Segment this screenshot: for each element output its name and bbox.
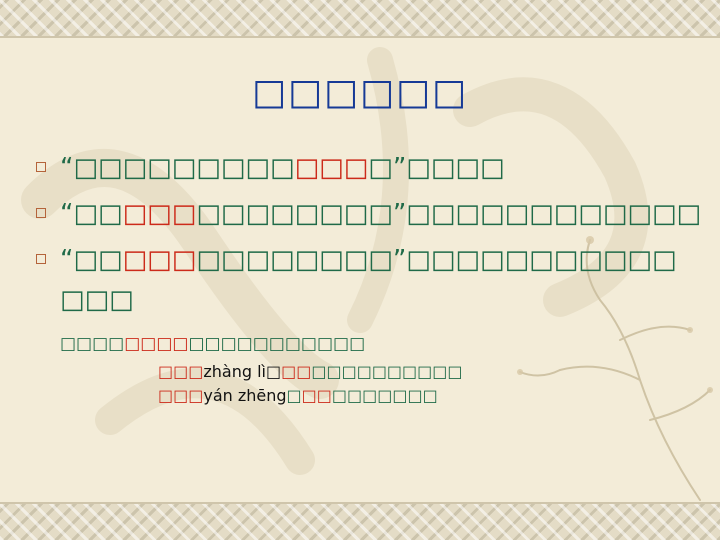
- example-2-text: □□□□□□□□□□: [311, 362, 463, 381]
- example-3-highlight: □□: [301, 386, 332, 405]
- example-2-separator: □: [265, 362, 282, 381]
- line-1-text-b: □”□□□□: [368, 153, 505, 183]
- bullet-icon: [36, 254, 46, 264]
- slide-title: □□□□□□: [251, 72, 469, 113]
- example-3-pinyin: yán zhēng: [203, 386, 287, 405]
- example-1-prefix: □□□□: [60, 334, 125, 354]
- bullet-icon: [36, 208, 46, 218]
- line-3-highlight: □□□: [122, 245, 197, 275]
- bullet-line-2: “□□□□□□□□□□□□□”□□□□□□□□□□□□: [60, 199, 701, 229]
- bullet-line-3: “□□□□□□□□□□□□□”□□□□□□□□□□□: [60, 245, 677, 275]
- example-1-text: □□□□□□□□□□□: [188, 334, 366, 354]
- example-line-2: □□□zhàng lì□□□□□□□□□□□□□: [158, 362, 463, 381]
- example-2-highlight: □□: [281, 362, 312, 381]
- example-2-term: □□□: [158, 362, 204, 381]
- line-2-text-a: “□□: [60, 199, 123, 229]
- bullet-line-1: “□□□□□□□□□□□□□”□□□□: [60, 153, 505, 183]
- example-2-pinyin: zhàng lì: [203, 362, 266, 381]
- example-1-highlight: □□□□: [124, 334, 189, 354]
- line-3-text-a: “□□: [60, 245, 123, 275]
- line-1-highlight: □□□: [294, 153, 369, 183]
- line-2-text-b: □□□□□□□□”□□□□□□□□□□□□: [196, 199, 702, 229]
- bullet-icon: [36, 162, 46, 172]
- example-3-separator: □: [286, 386, 302, 405]
- example-line-1: □□□□□□□□□□□□□□□□□□□: [60, 334, 365, 354]
- line-1-text-a: “□□□□□□□□□: [60, 153, 295, 183]
- example-line-3: □□□yán zhēng□□□□□□□□□□: [158, 386, 438, 405]
- line-3-text-b: □□□□□□□□”□□□□□□□□□□□: [196, 245, 677, 275]
- example-3-term: □□□: [158, 386, 204, 405]
- line-2-highlight: □□□: [122, 199, 197, 229]
- bullet-line-3-wrap: □□□: [60, 285, 134, 315]
- example-3-text: □□□□□□□: [331, 386, 438, 405]
